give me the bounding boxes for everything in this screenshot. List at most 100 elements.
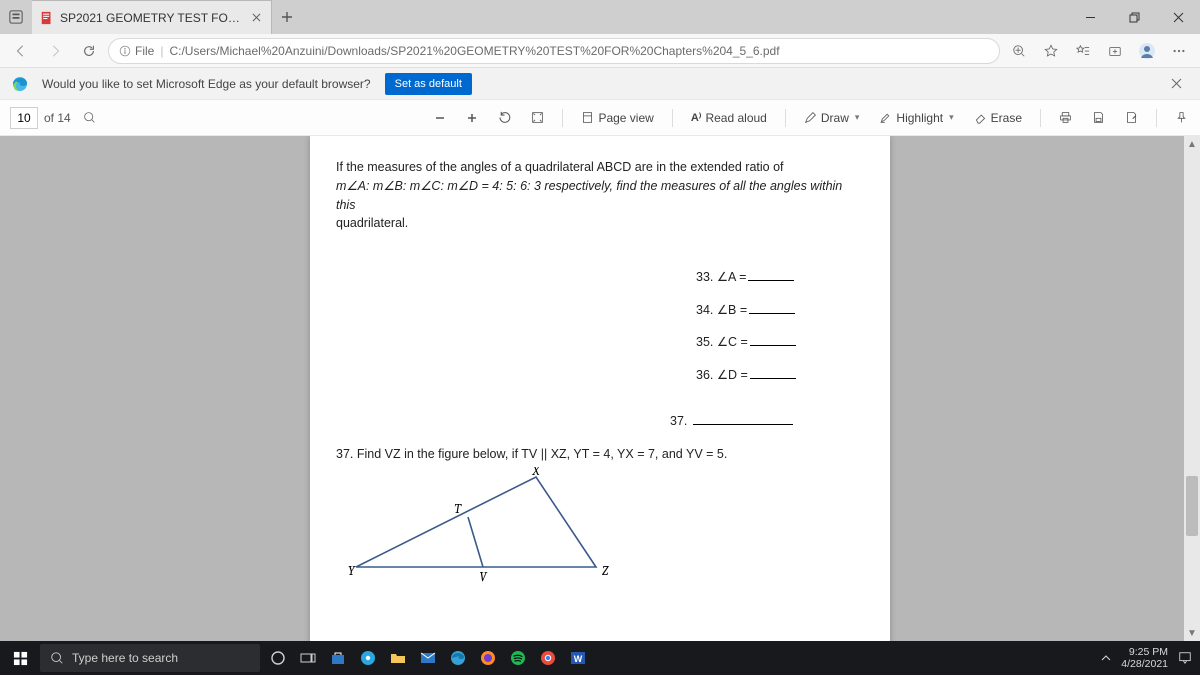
triangle-figure: X T Y V Z [336, 467, 864, 587]
question-37: 37. Find VZ in the figure below, if TV |… [336, 447, 864, 587]
label-V: V [479, 570, 488, 585]
separator [672, 109, 673, 127]
svg-text:W: W [574, 654, 583, 664]
star-icon [1044, 44, 1058, 58]
pdf-viewport[interactable]: If the measures of the angles of a quadr… [0, 136, 1200, 641]
pdf-toolbar: of 14 Page view A⁾Read aloud Draw▾ Highl… [0, 100, 1200, 136]
separator [1156, 109, 1157, 127]
answer-label: 33. ∠A = [696, 270, 746, 284]
url-field[interactable]: File | C:/Users/Michael%20Anzuini/Downlo… [108, 38, 1000, 64]
answer-36: 36. ∠D = [696, 359, 864, 392]
firefox-icon [480, 650, 496, 666]
taskbar-pinned: W [264, 644, 592, 672]
erase-label: Erase [991, 111, 1022, 125]
tray-chevron-up-icon[interactable] [1101, 653, 1111, 663]
circle-icon [270, 650, 286, 666]
answer-label: 36. ∠D = [696, 368, 748, 382]
browser-tab[interactable]: SP2021 GEOMETRY TEST FOR Ch × [32, 0, 272, 34]
label-X: X [531, 467, 540, 479]
close-icon [1171, 78, 1182, 89]
print-button[interactable] [1053, 107, 1078, 128]
zoom-out-button[interactable] [428, 108, 452, 128]
answer-blank [749, 313, 795, 314]
page-view-button[interactable]: Page view [575, 107, 659, 129]
set-default-button[interactable]: Set as default [385, 73, 472, 95]
clock-date: 4/28/2021 [1121, 658, 1168, 670]
draw-button[interactable]: Draw▾ [798, 107, 866, 129]
info-icon [119, 45, 131, 57]
label-Y: Y [348, 564, 356, 579]
draw-label: Draw [821, 111, 849, 125]
task-firefox-button[interactable] [474, 644, 502, 672]
new-tab-button[interactable] [272, 0, 302, 34]
nav-refresh-button[interactable] [74, 36, 104, 66]
star-list-icon [1076, 44, 1090, 58]
favorites-button[interactable] [1036, 36, 1066, 66]
action-center-button[interactable] [1178, 651, 1192, 665]
answer-35: 35. ∠C = [696, 326, 864, 359]
infobar-close-button[interactable] [1164, 72, 1188, 96]
mail-icon [420, 650, 436, 666]
separator [1040, 109, 1041, 127]
window-close-button[interactable] [1156, 0, 1200, 34]
page-view-label: Page view [598, 111, 653, 125]
tab-label: SP2021 GEOMETRY TEST FOR Ch × [60, 11, 243, 25]
close-icon [1173, 12, 1184, 23]
gear-round-icon [360, 650, 376, 666]
restore-icon [1129, 12, 1140, 23]
task-store-button[interactable] [324, 644, 352, 672]
task-spotify-button[interactable] [504, 644, 532, 672]
task-word-button[interactable]: W [564, 644, 592, 672]
read-aloud-button[interactable]: A⁾Read aloud [685, 107, 773, 129]
fit-icon [531, 111, 544, 124]
scroll-down-button[interactable]: ▼ [1184, 625, 1200, 641]
nav-forward-button[interactable] [40, 36, 70, 66]
task-explorer-button[interactable] [384, 644, 412, 672]
highlight-button[interactable]: Highlight▾ [873, 107, 959, 129]
scroll-up-button[interactable]: ▲ [1184, 136, 1200, 152]
window-restore-button[interactable] [1112, 0, 1156, 34]
start-button[interactable] [0, 641, 40, 675]
more-button[interactable] [1164, 36, 1194, 66]
page-number-input[interactable] [10, 107, 38, 129]
save-as-button[interactable] [1119, 107, 1144, 128]
chrome-icon [540, 650, 556, 666]
window-controls [1068, 0, 1200, 34]
spotify-icon [510, 650, 526, 666]
rotate-button[interactable] [492, 107, 517, 128]
search-in-doc-button[interactable] [83, 111, 96, 124]
label-Z: Z [602, 564, 609, 579]
profile-button[interactable] [1132, 36, 1162, 66]
zoom-button[interactable] [1004, 36, 1034, 66]
collections-button[interactable] [1100, 36, 1130, 66]
answer-label: 37. [670, 414, 687, 428]
pin-toolbar-button[interactable] [1169, 107, 1194, 128]
taskbar-clock[interactable]: 9:25 PM 4/28/2021 [1121, 646, 1168, 670]
zoom-in-button[interactable] [460, 108, 484, 128]
favorites-list-button[interactable] [1068, 36, 1098, 66]
task-settings-button[interactable] [354, 644, 382, 672]
plus-icon [281, 11, 293, 23]
task-edge-button[interactable] [444, 644, 472, 672]
question-37-text: 37. Find VZ in the figure below, if TV |… [336, 447, 864, 461]
task-mail-button[interactable] [414, 644, 442, 672]
erase-button[interactable]: Erase [968, 107, 1028, 129]
window-minimize-button[interactable] [1068, 0, 1112, 34]
nav-back-button[interactable] [6, 36, 36, 66]
taskbar-search-placeholder: Type here to search [72, 651, 178, 665]
arrow-right-icon [48, 44, 62, 58]
separator [785, 109, 786, 127]
save-button[interactable] [1086, 107, 1111, 128]
word-icon: W [570, 650, 586, 666]
default-browser-message: Would you like to set Microsoft Edge as … [42, 77, 371, 91]
scroll-thumb[interactable] [1186, 476, 1198, 536]
tab-close-icon[interactable] [249, 11, 263, 25]
plus-icon [466, 112, 478, 124]
fit-page-button[interactable] [525, 107, 550, 128]
task-cortana-button[interactable] [264, 644, 292, 672]
task-chrome-button[interactable] [534, 644, 562, 672]
vertical-scrollbar[interactable]: ▲ ▼ [1184, 136, 1200, 641]
task-taskview-button[interactable] [294, 644, 322, 672]
minus-icon [434, 112, 446, 124]
taskbar-search[interactable]: Type here to search [40, 644, 260, 672]
